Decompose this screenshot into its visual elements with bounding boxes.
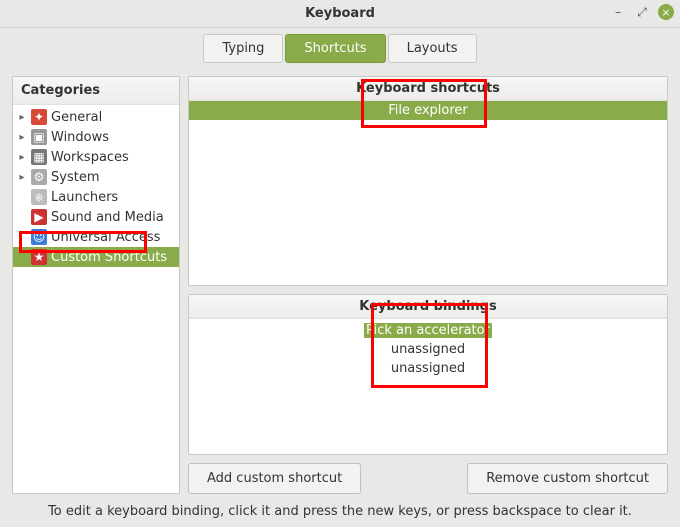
hint-text: To edit a keyboard binding, click it and… xyxy=(0,498,680,527)
sound-icon: ▶ xyxy=(31,209,47,225)
category-label: Custom Shortcuts xyxy=(51,250,167,265)
category-windows[interactable]: ▸ ▣ Windows xyxy=(13,127,179,147)
button-row: Add custom shortcut Remove custom shortc… xyxy=(188,463,668,494)
keyboard-shortcuts-panel: Keyboard shortcuts File explorer xyxy=(188,76,668,286)
titlebar: Keyboard – ⤢ × xyxy=(0,0,680,28)
category-launchers[interactable]: ⎈ Launchers xyxy=(13,187,179,207)
tab-shortcuts[interactable]: Shortcuts xyxy=(285,34,385,63)
close-button[interactable]: × xyxy=(658,4,674,20)
category-workspaces[interactable]: ▸ ▦ Workspaces xyxy=(13,147,179,167)
general-icon: ✦ xyxy=(31,109,47,125)
shortcuts-panel-header: Keyboard shortcuts xyxy=(189,77,667,101)
binding-label: Pick an accelerator xyxy=(364,323,492,338)
bindings-list: Pick an accelerator unassigned unassigne… xyxy=(189,319,667,380)
content-area: Categories ▸ ✦ General ▸ ▣ Windows ▸ ▦ W… xyxy=(0,68,680,498)
binding-row[interactable]: unassigned xyxy=(189,359,667,378)
accessibility-icon: ☺ xyxy=(31,229,47,245)
category-label: Sound and Media xyxy=(51,210,164,225)
category-system[interactable]: ▸ ⚙ System xyxy=(13,167,179,187)
keyboard-settings-window: Keyboard – ⤢ × Typing Shortcuts Layouts … xyxy=(0,0,680,527)
shortcut-row-selected[interactable]: File explorer xyxy=(189,101,667,120)
remove-custom-shortcut-button[interactable]: Remove custom shortcut xyxy=(467,463,668,494)
binding-row-editing[interactable]: Pick an accelerator xyxy=(189,321,667,340)
category-label: Windows xyxy=(51,130,109,145)
bindings-panel-header: Keyboard bindings xyxy=(189,295,667,319)
category-custom-shortcuts[interactable]: ★ Custom Shortcuts xyxy=(13,247,179,267)
expander-icon: ▸ xyxy=(17,112,27,123)
category-label: Universal Access xyxy=(51,230,160,245)
category-label: Workspaces xyxy=(51,150,129,165)
system-icon: ⚙ xyxy=(31,169,47,185)
category-universal-access[interactable]: ☺ Universal Access xyxy=(13,227,179,247)
binding-row[interactable]: unassigned xyxy=(189,340,667,359)
expander-icon: ▸ xyxy=(17,132,27,143)
category-label: General xyxy=(51,110,102,125)
binding-label: unassigned xyxy=(391,361,465,376)
binding-label: unassigned xyxy=(391,342,465,357)
categories-sidebar: Categories ▸ ✦ General ▸ ▣ Windows ▸ ▦ W… xyxy=(12,76,180,494)
window-controls: – ⤢ × xyxy=(610,4,674,20)
tab-bar: Typing Shortcuts Layouts xyxy=(0,28,680,68)
expander-icon: ▸ xyxy=(17,152,27,163)
custom-icon: ★ xyxy=(31,249,47,265)
keyboard-bindings-panel: Keyboard bindings Pick an accelerator un… xyxy=(188,294,668,455)
categories-list: ▸ ✦ General ▸ ▣ Windows ▸ ▦ Workspaces ▸… xyxy=(13,105,179,269)
windows-icon: ▣ xyxy=(31,129,47,145)
launchers-icon: ⎈ xyxy=(31,189,47,205)
expander-icon: ▸ xyxy=(17,172,27,183)
category-sound-media[interactable]: ▶ Sound and Media xyxy=(13,207,179,227)
workspaces-icon: ▦ xyxy=(31,149,47,165)
categories-header: Categories xyxy=(13,77,179,105)
tab-typing[interactable]: Typing xyxy=(203,34,283,63)
right-column: Keyboard shortcuts File explorer Keyboar… xyxy=(188,76,668,494)
maximize-button[interactable]: ⤢ xyxy=(634,4,650,20)
minimize-button[interactable]: – xyxy=(610,4,626,20)
add-custom-shortcut-button[interactable]: Add custom shortcut xyxy=(188,463,361,494)
category-label: System xyxy=(51,170,99,185)
category-general[interactable]: ▸ ✦ General xyxy=(13,107,179,127)
window-title: Keyboard xyxy=(305,6,375,21)
tab-layouts[interactable]: Layouts xyxy=(388,34,477,63)
category-label: Launchers xyxy=(51,190,118,205)
